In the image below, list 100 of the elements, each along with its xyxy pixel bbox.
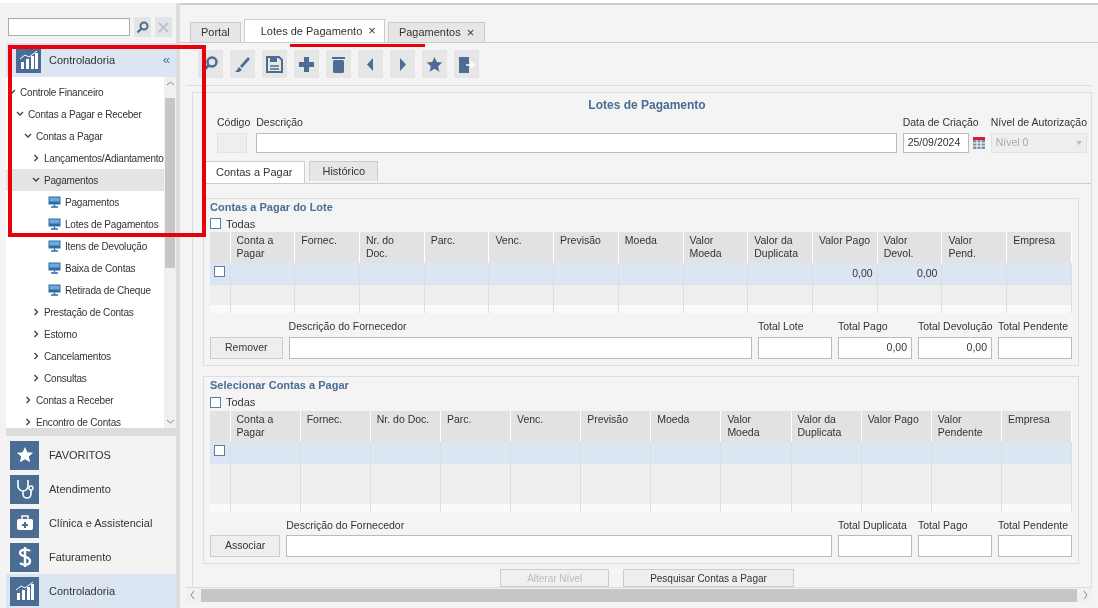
column-header: Valor Pago — [812, 232, 878, 264]
form-title: Lotes de Pagamento — [587, 97, 707, 114]
tree-item[interactable]: Cancelamentos — [6, 345, 164, 367]
trash-icon[interactable] — [326, 50, 351, 78]
field-label: Data de Criação — [902, 115, 980, 130]
action-button[interactable]: Pesquisar Contas a Pagar — [623, 569, 794, 587]
module-item[interactable]: Atendimento — [6, 472, 176, 506]
field-label: Total Lote — [758, 319, 805, 335]
tree-item[interactable]: Contas a Pagar — [6, 125, 164, 147]
total-field[interactable] — [838, 535, 912, 558]
chevron-right-icon[interactable] — [32, 154, 40, 162]
scrollbar[interactable] — [164, 77, 176, 428]
tree-item[interactable]: Pagamentos — [6, 191, 164, 213]
checkbox[interactable] — [210, 218, 221, 230]
total-field[interactable] — [998, 337, 1072, 359]
calendar-icon[interactable] — [972, 136, 985, 149]
chevron-right-icon[interactable] — [32, 308, 40, 316]
dollar-icon — [10, 542, 39, 572]
brush-icon[interactable] — [230, 50, 255, 78]
arrow-left-icon[interactable] — [358, 50, 383, 78]
date-field[interactable]: 25/09/2024 — [902, 132, 969, 153]
action-button[interactable]: Remover — [210, 337, 283, 359]
column-header: Valor da Duplicata — [791, 410, 862, 442]
search-field[interactable] — [8, 18, 130, 36]
description-field[interactable] — [256, 132, 897, 153]
checkbox[interactable] — [214, 444, 226, 456]
scroll-left-icon[interactable] — [190, 591, 195, 599]
close-icon[interactable]: × — [368, 21, 376, 41]
scrollbar[interactable] — [186, 587, 1092, 602]
tree-item[interactable]: Pagamentos — [6, 169, 164, 191]
tree-item[interactable]: Lotes de Pagamentos — [6, 213, 164, 235]
tab[interactable]: Lotes de Pagamento × — [243, 19, 385, 42]
close-icon[interactable]: × — [466, 22, 475, 43]
tree-item[interactable]: Itens de Devolução — [6, 235, 164, 257]
tab[interactable]: Contas a Pagar — [203, 160, 306, 183]
exit-icon[interactable] — [454, 50, 479, 78]
column-header: Empresa — [1006, 232, 1072, 264]
save-icon[interactable] — [262, 50, 287, 78]
module-item[interactable]: Controladoria — [6, 574, 176, 608]
field-label: Total Devolução — [918, 319, 992, 335]
column-header: Moeda — [618, 232, 684, 264]
column-header: Valor Pago — [861, 410, 932, 442]
field-label: Descrição — [256, 115, 304, 130]
tree-item[interactable]: Retirada de Cheque — [6, 279, 164, 301]
chevron-down-icon[interactable] — [16, 110, 24, 118]
field-label: Descrição do Fornecedor — [288, 319, 408, 335]
checkbox-label: Todas — [226, 216, 256, 232]
module-item[interactable]: Faturamento — [6, 540, 176, 574]
tree-item[interactable]: Contas a Receber — [6, 389, 164, 411]
chevron-right-icon[interactable] — [24, 418, 32, 426]
total-field[interactable]: 0,00 — [838, 337, 912, 359]
total-field[interactable] — [758, 337, 832, 359]
column-header: Venc. — [510, 410, 581, 442]
chevron-down-icon[interactable] — [24, 132, 32, 140]
column-header: Venc. — [488, 232, 554, 264]
arrow-right-icon[interactable] — [390, 50, 415, 78]
field-label: Total Pendente — [998, 319, 1070, 335]
tree-item[interactable]: Prestação de Contas — [6, 301, 164, 323]
total-field[interactable] — [918, 535, 992, 558]
chevron-right-icon[interactable] — [24, 396, 32, 404]
module-item[interactable]: Clínica e Assistencial — [6, 506, 176, 540]
module-item[interactable]: FAVORITOS — [6, 438, 176, 472]
checkbox[interactable] — [210, 396, 221, 408]
supplier-field[interactable] — [288, 337, 752, 359]
tab[interactable]: Pagamentos × — [387, 22, 486, 42]
checkbox[interactable] — [214, 266, 226, 278]
tab[interactable]: Histórico — [309, 160, 379, 181]
tree-item[interactable]: Baixa de Contas — [6, 257, 164, 279]
chevron-down-icon[interactable] — [32, 176, 40, 184]
table-row[interactable]: 0,00 0,00 — [210, 263, 1072, 286]
monitor-icon — [48, 240, 61, 252]
search-icon[interactable] — [134, 17, 151, 37]
column-header: Conta a Pagar — [230, 410, 301, 442]
chevron-right-icon[interactable] — [32, 330, 40, 338]
total-field[interactable]: 0,00 — [918, 337, 992, 359]
monitor-icon — [48, 196, 61, 208]
tree-item[interactable]: Encontro de Contas — [6, 411, 164, 428]
field-label: Total Duplicata — [838, 517, 908, 533]
field-label: Total Pendente — [998, 517, 1070, 533]
tree-item[interactable]: Estorno — [6, 323, 164, 345]
tree-item[interactable]: Consultas — [6, 367, 164, 389]
scroll-down-icon[interactable] — [166, 419, 174, 424]
tree-item[interactable]: Lançamentos/Adiantamento — [6, 147, 164, 169]
action-button[interactable]: Associar — [210, 535, 281, 558]
supplier-field[interactable] — [286, 535, 832, 558]
column-header: Conta a Pagar — [230, 232, 295, 264]
chevron-right-icon[interactable] — [32, 352, 40, 360]
field-label: Código — [217, 115, 251, 130]
tree-item[interactable]: Contas a Pagar e Receber — [6, 103, 164, 125]
collapse-button[interactable]: « — [162, 50, 170, 70]
chevron-right-icon[interactable] — [32, 374, 40, 382]
monitor-icon — [48, 284, 61, 296]
tab[interactable]: Portal — [190, 22, 241, 42]
total-field[interactable] — [998, 535, 1072, 558]
scroll-right-icon[interactable] — [1083, 591, 1088, 599]
plus-icon[interactable] — [294, 50, 319, 78]
column-header: Parc. — [424, 232, 489, 264]
tree-item[interactable]: Controle Financeiro — [6, 81, 164, 103]
column-header: Parc. — [440, 410, 511, 442]
scroll-up-icon[interactable] — [166, 81, 174, 86]
